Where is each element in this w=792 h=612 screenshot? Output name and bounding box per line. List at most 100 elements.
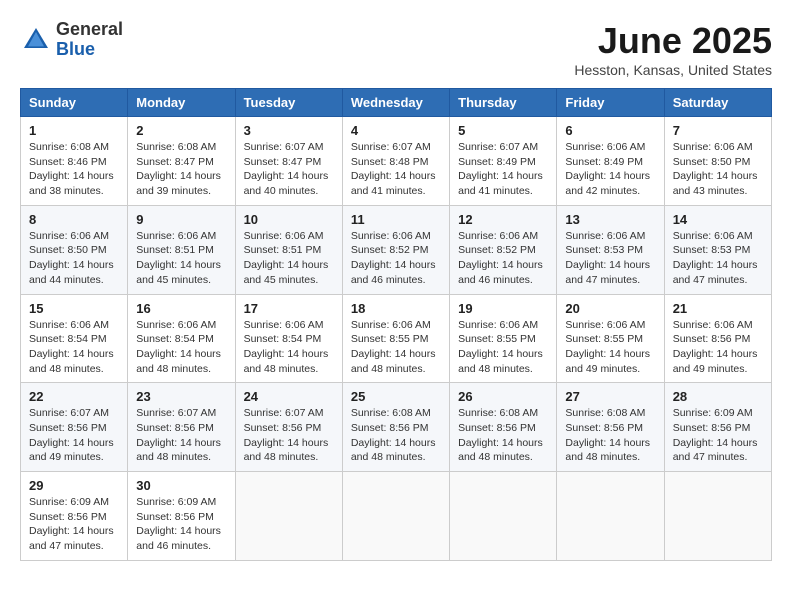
calendar-cell: 3Sunrise: 6:07 AMSunset: 8:47 PMDaylight…: [235, 117, 342, 206]
calendar-cell: 15 Sunrise: 6:06 AMSunset: 8:54 PMDayligh…: [21, 294, 128, 383]
calendar-cell: 5 Sunrise: 6:07 AMSunset: 8:49 PMDaylight…: [450, 117, 557, 206]
calendar-cell: 10Sunrise: 6:06 AMSunset: 8:51 PMDayligh…: [235, 205, 342, 294]
cell-content: Sunrise: 6:07 AMSunset: 8:49 PMDaylight:…: [458, 140, 548, 199]
cell-content: Sunrise: 6:08 AMSunset: 8:46 PMDaylight:…: [29, 140, 119, 199]
day-number: 23: [136, 389, 226, 404]
cell-content: Sunrise: 6:06 AMSunset: 8:49 PMDaylight:…: [565, 140, 655, 199]
day-number: 4: [351, 123, 441, 138]
day-number: 30: [136, 478, 226, 493]
day-number: 17: [244, 301, 334, 316]
calendar-cell: 9 Sunrise: 6:06 AMSunset: 8:51 PMDaylight…: [128, 205, 235, 294]
cell-content: Sunrise: 6:07 AMSunset: 8:48 PMDaylight:…: [351, 140, 441, 199]
calendar-cell: 28Sunrise: 6:09 AMSunset: 8:56 PMDayligh…: [664, 383, 771, 472]
calendar: Sunday Monday Tuesday Wednesday Thursday…: [20, 88, 772, 561]
calendar-cell: 17 Sunrise: 6:06 AMSunset: 8:54 PMDayligh…: [235, 294, 342, 383]
cell-content: Sunrise: 6:07 AMSunset: 8:56 PMDaylight:…: [136, 406, 226, 465]
day-number: 24: [244, 389, 334, 404]
calendar-cell: [342, 472, 449, 561]
calendar-cell: 7 Sunrise: 6:06 AMSunset: 8:50 PMDaylight…: [664, 117, 771, 206]
calendar-cell: 19Sunrise: 6:06 AMSunset: 8:55 PMDayligh…: [450, 294, 557, 383]
calendar-cell: 21 Sunrise: 6:06 AMSunset: 8:56 PMDayligh…: [664, 294, 771, 383]
cell-content: Sunrise: 6:08 AMSunset: 8:56 PMDaylight:…: [565, 406, 655, 465]
calendar-cell: 24Sunrise: 6:07 AMSunset: 8:56 PMDayligh…: [235, 383, 342, 472]
day-number: 3: [244, 123, 334, 138]
calendar-cell: [235, 472, 342, 561]
month-title: June 2025: [574, 20, 772, 62]
cell-content: Sunrise: 6:06 AMSunset: 8:52 PMDaylight:…: [351, 229, 441, 288]
calendar-week-row: 29 Sunrise: 6:09 AMSunset: 8:56 PMDayligh…: [21, 472, 772, 561]
location-title: Hesston, Kansas, United States: [574, 62, 772, 78]
day-number: 9: [136, 212, 226, 227]
day-number: 25: [351, 389, 441, 404]
cell-content: Sunrise: 6:06 AMSunset: 8:51 PMDaylight:…: [244, 229, 334, 288]
day-number: 8: [29, 212, 119, 227]
calendar-cell: 18 Sunrise: 6:06 AMSunset: 8:55 PMDayligh…: [342, 294, 449, 383]
cell-content: Sunrise: 6:06 AMSunset: 8:50 PMDaylight:…: [673, 140, 763, 199]
cell-content: Sunrise: 6:06 AMSunset: 8:54 PMDaylight:…: [244, 318, 334, 377]
day-number: 18: [351, 301, 441, 316]
calendar-cell: [664, 472, 771, 561]
cell-content: Sunrise: 6:06 AMSunset: 8:51 PMDaylight:…: [136, 229, 226, 288]
logo-blue: Blue: [56, 40, 123, 60]
day-number: 29: [29, 478, 119, 493]
cell-content: Sunrise: 6:09 AMSunset: 8:56 PMDaylight:…: [136, 495, 226, 554]
logo-general: General: [56, 20, 123, 40]
page-header: General Blue June 2025 Hesston, Kansas, …: [20, 20, 772, 78]
calendar-cell: 16 Sunrise: 6:06 AMSunset: 8:54 PMDayligh…: [128, 294, 235, 383]
day-number: 16: [136, 301, 226, 316]
calendar-cell: 20Sunrise: 6:06 AMSunset: 8:55 PMDayligh…: [557, 294, 664, 383]
cell-content: Sunrise: 6:09 AMSunset: 8:56 PMDaylight:…: [29, 495, 119, 554]
calendar-cell: 2Sunrise: 6:08 AMSunset: 8:47 PMDaylight…: [128, 117, 235, 206]
header-thursday: Thursday: [450, 89, 557, 117]
header-friday: Friday: [557, 89, 664, 117]
calendar-cell: 1 Sunrise: 6:08 AMSunset: 8:46 PMDaylight…: [21, 117, 128, 206]
day-number: 22: [29, 389, 119, 404]
day-number: 12: [458, 212, 548, 227]
cell-content: Sunrise: 6:06 AMSunset: 8:56 PMDaylight:…: [673, 318, 763, 377]
cell-content: Sunrise: 6:06 AMSunset: 8:53 PMDaylight:…: [673, 229, 763, 288]
cell-content: Sunrise: 6:06 AMSunset: 8:50 PMDaylight:…: [29, 229, 119, 288]
day-number: 1: [29, 123, 119, 138]
day-number: 20: [565, 301, 655, 316]
calendar-cell: 6 Sunrise: 6:06 AMSunset: 8:49 PMDaylight…: [557, 117, 664, 206]
calendar-cell: [557, 472, 664, 561]
logo: General Blue: [20, 20, 123, 60]
day-number: 6: [565, 123, 655, 138]
day-number: 19: [458, 301, 548, 316]
calendar-cell: 27 Sunrise: 6:08 AMSunset: 8:56 PMDayligh…: [557, 383, 664, 472]
cell-content: Sunrise: 6:08 AMSunset: 8:56 PMDaylight:…: [458, 406, 548, 465]
calendar-cell: 11 Sunrise: 6:06 AMSunset: 8:52 PMDayligh…: [342, 205, 449, 294]
calendar-week-row: 22 Sunrise: 6:07 AMSunset: 8:56 PMDayligh…: [21, 383, 772, 472]
cell-content: Sunrise: 6:06 AMSunset: 8:54 PMDaylight:…: [29, 318, 119, 377]
logo-text: General Blue: [56, 20, 123, 60]
day-number: 13: [565, 212, 655, 227]
cell-content: Sunrise: 6:06 AMSunset: 8:53 PMDaylight:…: [565, 229, 655, 288]
calendar-week-row: 8 Sunrise: 6:06 AMSunset: 8:50 PMDaylight…: [21, 205, 772, 294]
calendar-cell: 8 Sunrise: 6:06 AMSunset: 8:50 PMDaylight…: [21, 205, 128, 294]
calendar-cell: 23 Sunrise: 6:07 AMSunset: 8:56 PMDayligh…: [128, 383, 235, 472]
day-number: 5: [458, 123, 548, 138]
header-tuesday: Tuesday: [235, 89, 342, 117]
cell-content: Sunrise: 6:06 AMSunset: 8:55 PMDaylight:…: [351, 318, 441, 377]
cell-content: Sunrise: 6:06 AMSunset: 8:54 PMDaylight:…: [136, 318, 226, 377]
day-number: 14: [673, 212, 763, 227]
calendar-week-row: 1 Sunrise: 6:08 AMSunset: 8:46 PMDaylight…: [21, 117, 772, 206]
day-number: 26: [458, 389, 548, 404]
calendar-cell: 4 Sunrise: 6:07 AMSunset: 8:48 PMDaylight…: [342, 117, 449, 206]
day-number: 21: [673, 301, 763, 316]
day-number: 28: [673, 389, 763, 404]
calendar-cell: 22 Sunrise: 6:07 AMSunset: 8:56 PMDayligh…: [21, 383, 128, 472]
header-wednesday: Wednesday: [342, 89, 449, 117]
day-number: 7: [673, 123, 763, 138]
day-number: 11: [351, 212, 441, 227]
header-saturday: Saturday: [664, 89, 771, 117]
day-number: 15: [29, 301, 119, 316]
calendar-cell: [450, 472, 557, 561]
day-number: 27: [565, 389, 655, 404]
calendar-cell: 29 Sunrise: 6:09 AMSunset: 8:56 PMDayligh…: [21, 472, 128, 561]
calendar-header-row: Sunday Monday Tuesday Wednesday Thursday…: [21, 89, 772, 117]
calendar-cell: 12Sunrise: 6:06 AMSunset: 8:52 PMDayligh…: [450, 205, 557, 294]
calendar-cell: 30 Sunrise: 6:09 AMSunset: 8:56 PMDayligh…: [128, 472, 235, 561]
cell-content: Sunrise: 6:07 AMSunset: 8:56 PMDaylight:…: [29, 406, 119, 465]
calendar-week-row: 15 Sunrise: 6:06 AMSunset: 8:54 PMDayligh…: [21, 294, 772, 383]
